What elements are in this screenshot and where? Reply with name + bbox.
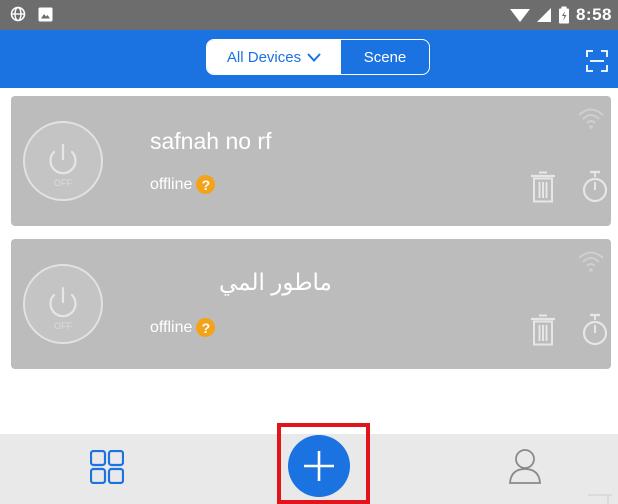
scan-icon[interactable] bbox=[586, 50, 608, 72]
status-bar: 8:58 bbox=[0, 0, 618, 30]
device-status-text: offline bbox=[150, 318, 193, 336]
power-icon bbox=[49, 143, 77, 175]
segment-scene-label: Scene bbox=[363, 48, 407, 66]
device-card[interactable]: OFF safnah no rf offline ? bbox=[11, 96, 611, 226]
device-status: offline ? bbox=[150, 318, 216, 337]
help-badge[interactable]: ? bbox=[196, 175, 216, 194]
power-off-label: OFF bbox=[54, 178, 72, 188]
chevron-down-icon bbox=[307, 52, 321, 62]
battery-icon bbox=[558, 6, 569, 24]
globe-icon bbox=[10, 6, 26, 22]
trash-icon[interactable] bbox=[531, 171, 555, 203]
timer-icon[interactable] bbox=[582, 170, 608, 204]
resize-corner-icon bbox=[588, 494, 612, 504]
power-toggle-button[interactable]: OFF bbox=[23, 121, 103, 201]
user-icon[interactable] bbox=[508, 448, 542, 484]
trash-icon[interactable] bbox=[531, 314, 555, 346]
power-toggle-button[interactable]: OFF bbox=[23, 264, 103, 344]
device-status-text: offline bbox=[150, 175, 193, 193]
device-name: ماطور المي bbox=[219, 269, 332, 295]
clock: 8:58 bbox=[575, 5, 612, 24]
device-name: safnah no rf bbox=[150, 128, 272, 154]
device-card[interactable]: OFF ماطور المي offline ? bbox=[11, 239, 611, 369]
wifi-icon bbox=[578, 108, 604, 129]
power-icon bbox=[49, 286, 77, 318]
view-segmented-control: All Devices Scene bbox=[206, 39, 430, 75]
power-off-label: OFF bbox=[54, 321, 72, 331]
timer-icon[interactable] bbox=[582, 313, 608, 347]
segment-all-devices-label: All Devices bbox=[226, 48, 302, 66]
wifi-signal-icon bbox=[509, 9, 530, 22]
cell-signal-icon bbox=[536, 8, 551, 22]
device-status: offline ? bbox=[150, 175, 216, 194]
image-icon bbox=[38, 7, 53, 21]
app-header: All Devices Scene bbox=[0, 30, 618, 88]
segment-all-devices[interactable]: All Devices bbox=[207, 40, 341, 74]
segment-scene[interactable]: Scene bbox=[341, 40, 429, 74]
help-badge[interactable]: ? bbox=[196, 318, 216, 337]
add-icon bbox=[304, 451, 334, 481]
devices-grid-icon[interactable] bbox=[90, 450, 124, 484]
add-device-button[interactable] bbox=[288, 435, 350, 497]
wifi-icon bbox=[578, 251, 604, 272]
